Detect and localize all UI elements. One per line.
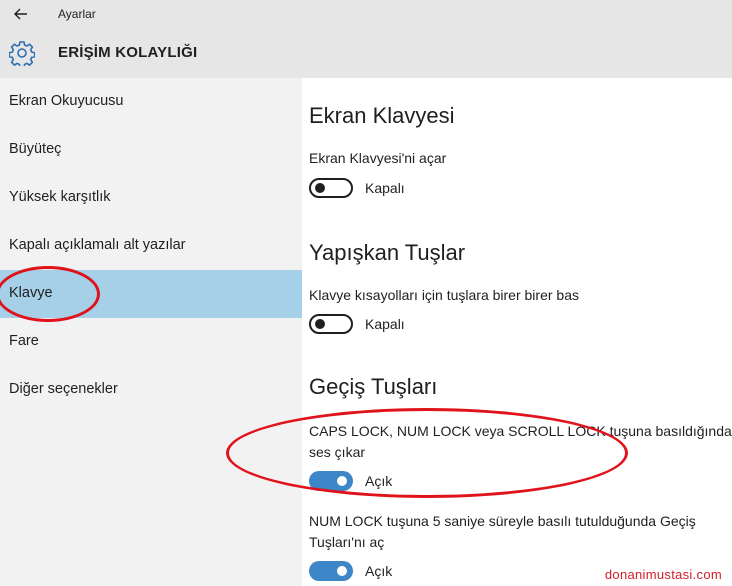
sidebar-item-label: Büyüteç — [9, 141, 62, 157]
setting-desc-yapiskan-tuslar: Klavye kısayolları için tuşlara birer bi… — [309, 287, 579, 303]
sidebar-item-label: Klavye — [9, 285, 53, 301]
toggle-state-numlock: Açık — [365, 563, 393, 579]
sidebar-item-label: Ekran Okuyucusu — [9, 93, 124, 109]
setting-desc-numlock-line1: NUM LOCK tuşuna 5 saniye süreyle basılı … — [309, 513, 696, 529]
sidebar-item-altyazilar[interactable]: Kapalı açıklamalı alt yazılar — [0, 222, 302, 270]
title-bar: Ayarlar — [0, 0, 732, 28]
toggle-state-gecis-ses: Açık — [365, 473, 393, 489]
page-header: ERİŞİM KOLAYLIĞI — [0, 28, 732, 78]
gear-icon — [9, 41, 35, 66]
settings-content: Ekran Klavyesi Ekran Klavyesi'ni açar Ka… — [302, 78, 732, 586]
section-title-ekran-klavyesi: Ekran Klavyesi — [309, 103, 455, 128]
watermark: donanimustasi.com — [604, 567, 722, 582]
toggle-ekran-klavyesi[interactable] — [309, 178, 353, 198]
toggle-knob — [315, 183, 325, 193]
setting-desc-gecis-ses-line2: ses çıkar — [309, 444, 366, 460]
sidebar-item-fare[interactable]: Fare — [0, 318, 302, 366]
sidebar: Ekran Okuyucusu Büyüteç Yüksek karşıtlık… — [0, 78, 302, 586]
setting-desc-numlock-line2: Tuşları'nı aç — [309, 534, 385, 550]
back-button[interactable] — [10, 5, 32, 23]
section-title-gecis-tuslari: Geçiş Tuşları — [309, 374, 438, 399]
sidebar-item-ekran-okuyucusu[interactable]: Ekran Okuyucusu — [0, 78, 302, 126]
sidebar-item-yuksek-karsitlik[interactable]: Yüksek karşıtlık — [0, 174, 302, 222]
sidebar-item-diger-secenekler[interactable]: Diğer seçenekler — [0, 366, 302, 414]
setting-desc-gecis-ses-line1: CAPS LOCK, NUM LOCK veya SCROLL LOCK tuş… — [309, 423, 732, 439]
toggle-knob — [315, 319, 325, 329]
toggle-state-ekran-klavyesi: Kapalı — [365, 180, 405, 196]
toggle-knob — [337, 476, 347, 486]
toggle-gecis-ses[interactable] — [309, 471, 353, 491]
toggle-numlock[interactable] — [309, 561, 353, 581]
page-title: ERİŞİM KOLAYLIĞI — [58, 44, 198, 61]
sidebar-item-label: Fare — [9, 333, 39, 349]
app-title: Ayarlar — [58, 7, 96, 21]
sidebar-item-klavye[interactable]: Klavye — [0, 270, 302, 318]
sidebar-item-label: Yüksek karşıtlık — [9, 189, 111, 205]
section-title-yapiskan-tuslar: Yapışkan Tuşlar — [309, 240, 466, 265]
sidebar-item-buyutec[interactable]: Büyüteç — [0, 126, 302, 174]
toggle-state-yapiskan-tuslar: Kapalı — [365, 316, 405, 332]
sidebar-item-label: Diğer seçenekler — [9, 381, 118, 397]
toggle-yapiskan-tuslar[interactable] — [309, 314, 353, 334]
toggle-knob — [337, 566, 347, 576]
back-arrow-icon — [14, 8, 27, 20]
setting-desc-ekran-klavyesi: Ekran Klavyesi'ni açar — [309, 150, 447, 166]
sidebar-item-label: Kapalı açıklamalı alt yazılar — [9, 237, 186, 253]
